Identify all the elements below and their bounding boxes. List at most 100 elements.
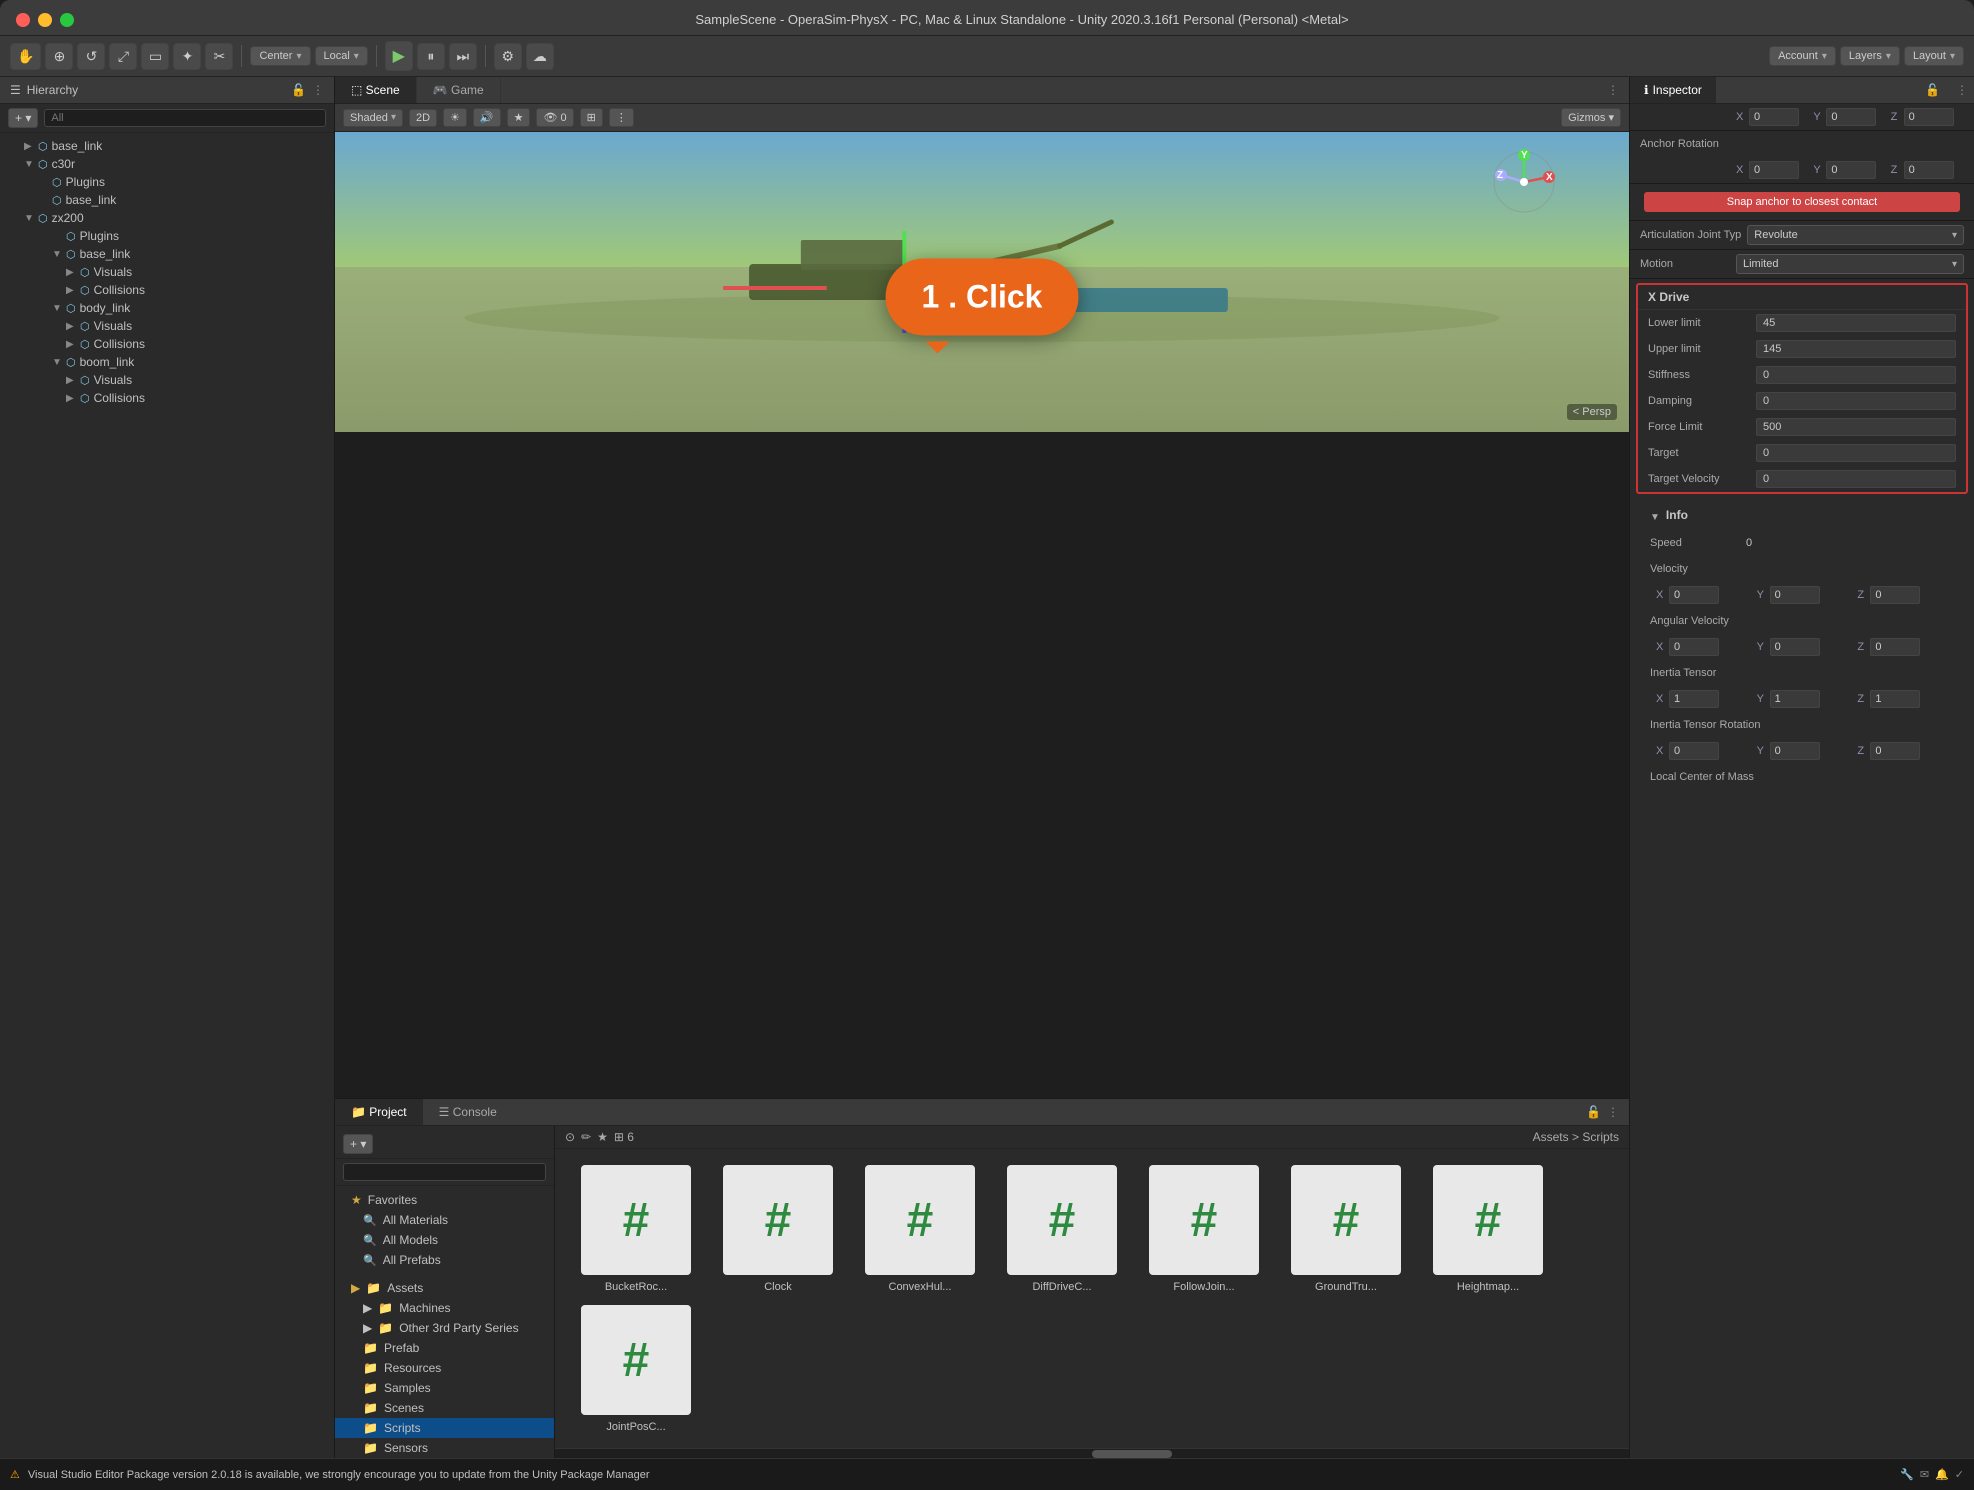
- hide-btn[interactable]: 👁 0: [536, 108, 573, 127]
- rotate-tool[interactable]: ↺: [77, 43, 105, 70]
- status-icon-2[interactable]: ✉: [1920, 1468, 1929, 1481]
- vel-y-input[interactable]: [1770, 586, 1820, 604]
- pause-button[interactable]: ⏸: [417, 43, 445, 70]
- breadcrumb-icon-1[interactable]: ⊙: [565, 1130, 575, 1144]
- list-item[interactable]: ▼ ⬡ boom_link: [0, 353, 334, 371]
- maximize-button[interactable]: [60, 13, 74, 27]
- hand-tool[interactable]: ✋: [10, 43, 41, 70]
- force-limit-input[interactable]: [1756, 418, 1956, 436]
- fx-btn[interactable]: ★: [507, 108, 531, 127]
- upper-limit-input[interactable]: [1756, 340, 1956, 358]
- 2d-button[interactable]: 2D: [409, 109, 437, 127]
- damping-input[interactable]: [1756, 392, 1956, 410]
- list-item[interactable]: ▶ ⬡ Visuals: [0, 371, 334, 389]
- breadcrumb-icon-3[interactable]: ★: [597, 1130, 608, 1144]
- ir-x-input[interactable]: [1669, 742, 1719, 760]
- machines-item[interactable]: ▶ 📁 Machines: [335, 1298, 554, 1318]
- ang-vel-y-input[interactable]: [1770, 638, 1820, 656]
- list-item[interactable]: ▶ ⬡ base_link: [0, 137, 334, 155]
- tab-project[interactable]: 📁 Project: [335, 1099, 423, 1125]
- hierarchy-dots-icon[interactable]: ⋮: [312, 83, 324, 97]
- status-icon-4[interactable]: ✓: [1955, 1468, 1964, 1481]
- status-icon-3[interactable]: 🔔: [1935, 1468, 1949, 1481]
- list-item[interactable]: ▶ ⬡ Collisions: [0, 389, 334, 407]
- breadcrumb-icon-2[interactable]: ✏: [581, 1130, 591, 1144]
- tab-scene[interactable]: ⬚ Scene: [335, 77, 417, 103]
- services-icon[interactable]: ☁: [526, 43, 554, 70]
- ang-vel-z-input[interactable]: [1870, 638, 1920, 656]
- stiffness-input[interactable]: [1756, 366, 1956, 384]
- list-item[interactable]: ⬡ Plugins: [0, 173, 334, 191]
- audio-btn[interactable]: 🔊: [473, 108, 501, 127]
- it-y-input[interactable]: [1770, 690, 1820, 708]
- insp-dots-icon[interactable]: ⋮: [1950, 83, 1974, 97]
- account-dropdown[interactable]: Account ▾: [1769, 46, 1836, 66]
- list-item[interactable]: ▼ ⬡ zx200: [0, 209, 334, 227]
- target-velocity-input[interactable]: [1756, 470, 1956, 488]
- asset-item[interactable]: # BucketRoc...: [571, 1165, 701, 1293]
- asset-item[interactable]: # Heightmap...: [1423, 1165, 1553, 1293]
- it-z-input[interactable]: [1870, 690, 1920, 708]
- hierarchy-add-button[interactable]: + ▾: [8, 108, 38, 128]
- more-btn[interactable]: ⋮: [609, 108, 634, 127]
- other-3rd-item[interactable]: ▶ 📁 Other 3rd Party Series: [335, 1318, 554, 1338]
- resources-item[interactable]: 📁 Resources: [335, 1358, 554, 1378]
- hierarchy-search-input[interactable]: [44, 109, 326, 127]
- all-models-item[interactable]: 🔍 All Models: [335, 1230, 554, 1250]
- list-item[interactable]: ▼ ⬡ c30r: [0, 155, 334, 173]
- scale-tool[interactable]: ⤢: [109, 43, 137, 70]
- list-item[interactable]: ⬡ Plugins: [0, 227, 334, 245]
- asset-item[interactable]: # DiffDriveC...: [997, 1165, 1127, 1293]
- status-icon-1[interactable]: 🔧: [1900, 1468, 1914, 1481]
- hierarchy-lock-icon[interactable]: 🔓: [291, 83, 306, 97]
- gizmo-dropdown[interactable]: Gizmos ▾: [1561, 108, 1621, 127]
- insp-lock-icon[interactable]: 🔓: [1915, 83, 1950, 97]
- joint-type-dropdown[interactable]: Revolute ▾: [1747, 225, 1964, 245]
- scene-view[interactable]: X Y Z < Persp 1 . Click: [335, 132, 1629, 432]
- anchor-y-input[interactable]: [1826, 108, 1876, 126]
- all-prefabs-item[interactable]: 🔍 All Prefabs: [335, 1250, 554, 1270]
- asset-scrollbar[interactable]: [555, 1448, 1629, 1458]
- samples-item[interactable]: 📁 Samples: [335, 1378, 554, 1398]
- step-button[interactable]: ⏭: [449, 43, 477, 70]
- target-input[interactable]: [1756, 444, 1956, 462]
- rect-tool[interactable]: ▭: [141, 43, 169, 70]
- move-tool[interactable]: ⊕: [45, 43, 73, 70]
- shading-dropdown[interactable]: Shaded ▾: [343, 109, 403, 127]
- transform-tool[interactable]: ✦: [173, 43, 201, 70]
- ir-y-input[interactable]: [1770, 742, 1820, 760]
- snap-anchor-button[interactable]: Snap anchor to closest contact: [1644, 192, 1960, 212]
- rot-y-input[interactable]: [1826, 161, 1876, 179]
- asset-item[interactable]: # FollowJoin...: [1139, 1165, 1269, 1293]
- tab-game[interactable]: 🎮 Game: [417, 77, 501, 103]
- prefab-item[interactable]: 📁 Prefab: [335, 1338, 554, 1358]
- scripts-item[interactable]: 📁 Scripts: [335, 1418, 554, 1438]
- assets-item[interactable]: ▶ 📁 Assets: [335, 1278, 554, 1298]
- it-x-input[interactable]: [1669, 690, 1719, 708]
- list-item[interactable]: ⬡ base_link: [0, 191, 334, 209]
- close-button[interactable]: [16, 13, 30, 27]
- anchor-x-input[interactable]: [1749, 108, 1799, 126]
- local-dropdown[interactable]: Local ▾: [315, 46, 368, 66]
- layers-dropdown[interactable]: Layers ▾: [1840, 46, 1900, 66]
- list-item[interactable]: ▼ ⬡ body_link: [0, 299, 334, 317]
- project-search-input[interactable]: [343, 1163, 546, 1181]
- sensors-item[interactable]: 📁 Sensors: [335, 1438, 554, 1458]
- anchor-z-input[interactable]: [1904, 108, 1954, 126]
- project-add-button[interactable]: + ▾: [343, 1134, 373, 1154]
- custom-tool[interactable]: ✂: [205, 43, 233, 70]
- rot-z-input[interactable]: [1904, 161, 1954, 179]
- ang-vel-x-input[interactable]: [1669, 638, 1719, 656]
- asset-item[interactable]: # Clock: [713, 1165, 843, 1293]
- grid-btn[interactable]: ⊞: [580, 108, 603, 127]
- center-dropdown[interactable]: Center ▾: [250, 46, 310, 66]
- list-item[interactable]: ▶ ⬡ Visuals: [0, 317, 334, 335]
- dots-icon[interactable]: ⋮: [1607, 1105, 1619, 1119]
- lock-icon[interactable]: 🔓: [1586, 1105, 1601, 1119]
- layout-dropdown[interactable]: Layout ▾: [1904, 46, 1964, 66]
- asset-item[interactable]: # GroundTru...: [1281, 1165, 1411, 1293]
- list-item[interactable]: ▼ ⬡ base_link: [0, 245, 334, 263]
- motion-dropdown[interactable]: Limited ▾: [1736, 254, 1964, 274]
- info-collapse-icon[interactable]: ▼: [1650, 512, 1660, 523]
- favorites-item[interactable]: ★ Favorites: [335, 1190, 554, 1210]
